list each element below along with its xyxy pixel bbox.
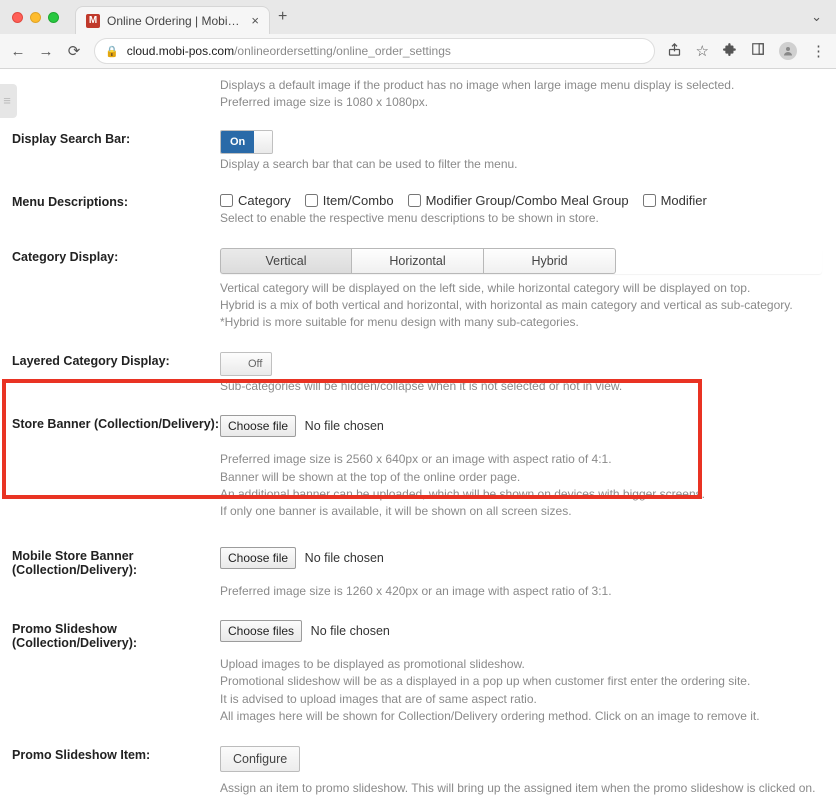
search-bar-label: Display Search Bar: (12, 130, 220, 146)
category-display-help: Vertical category will be displayed on t… (220, 280, 822, 332)
url-text: cloud.mobi-pos.com/onlineordersetting/on… (127, 44, 451, 58)
mobile-banner-label: Mobile Store Banner (Collection/Delivery… (12, 547, 220, 577)
search-bar-toggle[interactable]: On (220, 130, 273, 154)
mobile-banner-choose-file[interactable]: Choose file (220, 547, 296, 569)
mobile-banner-file-status: No file chosen (305, 551, 384, 565)
promo-label: Promo Slideshow (Collection/Delivery): (12, 620, 220, 650)
browser-tab[interactable]: M Online Ordering | MobiPOS × (75, 6, 270, 34)
address-bar[interactable]: 🔒 cloud.mobi-pos.com/onlineordersetting/… (94, 38, 655, 64)
menu-desc-label: Menu Descriptions: (12, 193, 220, 209)
window-controls (10, 0, 67, 34)
promo-item-help: Assign an item to promo slideshow. This … (220, 780, 822, 797)
promo-choose-files[interactable]: Choose files (220, 620, 302, 642)
category-display-hybrid[interactable]: Hybrid (484, 248, 616, 274)
menu-desc-help: Select to enable the respective menu des… (220, 210, 822, 227)
menu-desc-checkbox-modifier-group[interactable]: Modifier Group/Combo Meal Group (408, 193, 629, 208)
forward-button[interactable]: → (38, 43, 54, 60)
new-tab-button[interactable]: + (278, 8, 287, 26)
category-display-vertical[interactable]: Vertical (220, 248, 352, 274)
layered-toggle[interactable]: Off (220, 352, 272, 376)
reload-button[interactable]: ⟳ (66, 42, 82, 60)
minimize-window-button[interactable] (30, 12, 41, 23)
promo-help: Upload images to be displayed as promoti… (220, 656, 822, 726)
layered-label: Layered Category Display: (12, 352, 220, 368)
category-display-horizontal[interactable]: Horizontal (352, 248, 484, 274)
promo-file-status: No file chosen (311, 624, 390, 638)
tab-title: Online Ordering | MobiPOS (107, 14, 244, 28)
maximize-window-button[interactable] (48, 12, 59, 23)
category-display-label: Category Display: (12, 248, 220, 264)
settings-page: Displays a default image if the product … (0, 69, 836, 797)
back-button[interactable]: ← (10, 43, 26, 60)
store-banner-label: Store Banner (Collection/Delivery): (12, 415, 220, 431)
star-icon[interactable]: ☆ (696, 42, 709, 60)
extensions-icon[interactable] (723, 42, 737, 60)
menu-icon[interactable]: ⋮ (811, 42, 826, 60)
menu-desc-checkbox-item[interactable]: Item/Combo (305, 193, 394, 208)
menu-desc-checkbox-modifier[interactable]: Modifier (643, 193, 707, 208)
browser-toolbar: ← → ⟳ 🔒 cloud.mobi-pos.com/onlineorderse… (0, 34, 836, 68)
default-image-help: Displays a default image if the product … (220, 77, 822, 112)
category-display-segmented: Vertical Horizontal Hybrid (220, 248, 822, 274)
promo-item-configure-button[interactable]: Configure (220, 746, 300, 772)
close-window-button[interactable] (12, 12, 23, 23)
promo-item-label: Promo Slideshow Item: (12, 746, 220, 762)
search-bar-help: Display a search bar that can be used to… (220, 156, 822, 173)
favicon-icon: M (86, 14, 100, 28)
store-banner-help: Preferred image size is 2560 x 640px or … (220, 451, 822, 521)
chevron-down-icon[interactable]: ⌄ (811, 9, 828, 25)
profile-avatar[interactable] (779, 42, 797, 60)
layered-help: Sub-categories will be hidden/collapse w… (220, 378, 822, 395)
lock-icon: 🔒 (105, 45, 119, 58)
share-icon[interactable] (667, 42, 682, 61)
mobile-banner-help: Preferred image size is 1260 x 420px or … (220, 583, 822, 600)
store-banner-choose-file[interactable]: Choose file (220, 415, 296, 437)
menu-desc-checkbox-category[interactable]: Category (220, 193, 291, 208)
store-banner-file-status: No file chosen (305, 419, 384, 433)
tab-overview-icon[interactable] (751, 42, 765, 60)
close-tab-icon[interactable]: × (251, 13, 259, 28)
browser-chrome: M Online Ordering | MobiPOS × + ⌄ ← → ⟳ … (0, 0, 836, 69)
